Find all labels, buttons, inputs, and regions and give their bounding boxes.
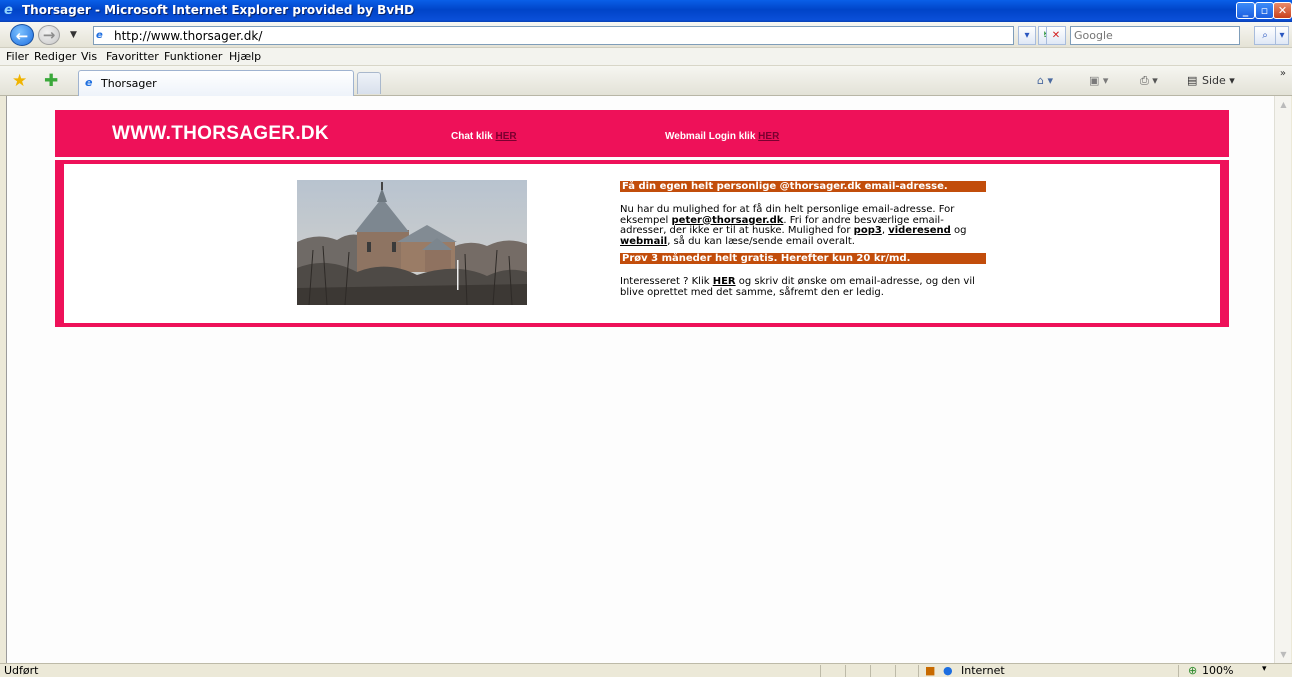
webmail-label: Webmail Login klik HER (665, 131, 779, 142)
tab-thorsager[interactable]: e Thorsager (78, 70, 354, 96)
menu-item-filer[interactable]: Filer (6, 50, 29, 63)
menu-item-hjaelp[interactable]: Hjælp (229, 50, 261, 63)
zoom-level[interactable]: 100% (1202, 664, 1233, 677)
add-favorites-icon[interactable]: ✚ (44, 72, 58, 90)
menu-item-favoritter[interactable]: Favoritter (106, 50, 159, 63)
webmail-prefix: Webmail Login klik (665, 131, 759, 142)
tab-bar: ★ ✚ e Thorsager ⌂ ▾ ▣ ▾ ⎙ ▾ ▤ Side ▾ » (0, 66, 1292, 96)
menu-item-rediger[interactable]: Rediger (34, 50, 76, 63)
status-text: Udført (4, 664, 39, 677)
forward-button[interactable]: → (38, 25, 60, 45)
menu-item-vis[interactable]: Vis (81, 50, 97, 63)
scroll-up-icon[interactable]: ▲ (1276, 97, 1291, 112)
status-divider (820, 665, 821, 677)
history-dropdown-icon[interactable]: ▼ (70, 30, 77, 40)
home-icon[interactable]: ⌂ ▾ (1037, 74, 1053, 87)
page-menu-label: Side (1202, 74, 1226, 87)
info-text-column: Få din egen helt personlige @thorsager.d… (620, 181, 990, 298)
search-box[interactable] (1070, 26, 1240, 45)
intro-text-c: , så du kan læse/sende email overalt. (667, 235, 855, 247)
status-divider (918, 665, 919, 677)
scroll-down-icon[interactable]: ▼ (1276, 647, 1291, 662)
status-divider (845, 665, 846, 677)
feeds-icon[interactable]: ▣ ▾ (1089, 74, 1108, 87)
stop-icon[interactable]: ✕ (1046, 26, 1066, 45)
address-bar[interactable]: e (93, 26, 1014, 45)
status-divider (895, 665, 896, 677)
site-title: WWW.THORSAGER.DK (112, 123, 329, 144)
menu-bar: Filer Rediger Vis Favoritter Funktioner … (0, 48, 1292, 66)
menu-item-funktioner[interactable]: Funktioner (164, 50, 222, 63)
signup-link[interactable]: HER (713, 276, 736, 287)
close-button[interactable]: ✕ (1273, 2, 1292, 19)
internet-zone-icon: ● (943, 664, 953, 677)
search-input[interactable] (1074, 28, 1234, 43)
favorites-center-icon[interactable]: ★ (12, 72, 27, 90)
intro-og: og (950, 225, 967, 236)
signup-text-a: Interesseret ? Klik (620, 276, 713, 287)
ie-logo-icon: e (4, 3, 13, 18)
headline-banner: Få din egen helt personlige @thorsager.d… (620, 181, 986, 192)
page-menu-icon[interactable]: ▤ (1187, 74, 1197, 87)
videresend-link[interactable]: videresend (888, 225, 951, 236)
status-bar: Udført ■ ● Internet ⊕ 100% ▾ (0, 663, 1292, 677)
main-content-box: Få din egen helt personlige @thorsager.d… (55, 160, 1229, 327)
email-example-link[interactable]: peter@thorsager.dk (672, 215, 784, 226)
address-input[interactable] (114, 28, 994, 43)
church-photo (297, 180, 527, 305)
page-icon: e (96, 30, 103, 41)
chat-prefix: Chat klik (451, 131, 496, 142)
minimize-button[interactable]: _ (1236, 2, 1255, 19)
pop3-link[interactable]: pop3 (854, 225, 882, 236)
signup-paragraph: Interesseret ? Klik HER og skriv dit øns… (620, 276, 990, 298)
site-header: WWW.THORSAGER.DK Chat klik HER Webmail L… (55, 110, 1229, 157)
status-divider (870, 665, 871, 677)
window-title-bar: e Thorsager - Microsoft Internet Explore… (0, 0, 1292, 22)
webmail-link[interactable]: HER (758, 131, 779, 142)
tab-label: Thorsager (101, 77, 157, 90)
intro-paragraph: Nu har du mulighed for at få din helt pe… (620, 204, 990, 247)
window-title: Thorsager - Microsoft Internet Explorer … (22, 3, 415, 17)
address-dropdown-button[interactable]: ▾ (1018, 26, 1036, 45)
new-tab-button[interactable] (357, 72, 381, 94)
zoom-dropdown-icon[interactable]: ▾ (1262, 664, 1267, 674)
page-menu-button[interactable]: Side ▾ (1202, 74, 1235, 87)
vertical-scrollbar[interactable]: ▲ ▼ (1274, 96, 1291, 663)
search-options-dropdown[interactable]: ▾ (1275, 26, 1289, 45)
back-button[interactable]: ← (10, 24, 34, 46)
address-toolbar: ← → ▼ e ▾ ↹ ✕ ⌕ ▾ (0, 22, 1292, 48)
search-icon[interactable]: ⌕ (1254, 26, 1276, 45)
page-viewport: WWW.THORSAGER.DK Chat klik HER Webmail L… (6, 96, 1274, 663)
chat-label: Chat klik HER (451, 131, 517, 142)
zoom-icon: ⊕ (1188, 664, 1198, 677)
webmail-feature-link[interactable]: webmail (620, 236, 667, 247)
maximize-button[interactable]: ▫ (1255, 2, 1274, 19)
print-icon[interactable]: ⎙ ▾ (1140, 74, 1158, 88)
page-tab-icon: e (85, 76, 93, 89)
protected-mode-icon: ■ (925, 664, 936, 677)
zone-label: Internet (961, 664, 1005, 677)
offer-banner: Prøv 3 måneder helt gratis. Herefter kun… (620, 253, 986, 264)
toolbar-overflow-icon[interactable]: » (1280, 68, 1286, 79)
status-divider (1178, 665, 1179, 677)
chat-link[interactable]: HER (495, 131, 516, 142)
